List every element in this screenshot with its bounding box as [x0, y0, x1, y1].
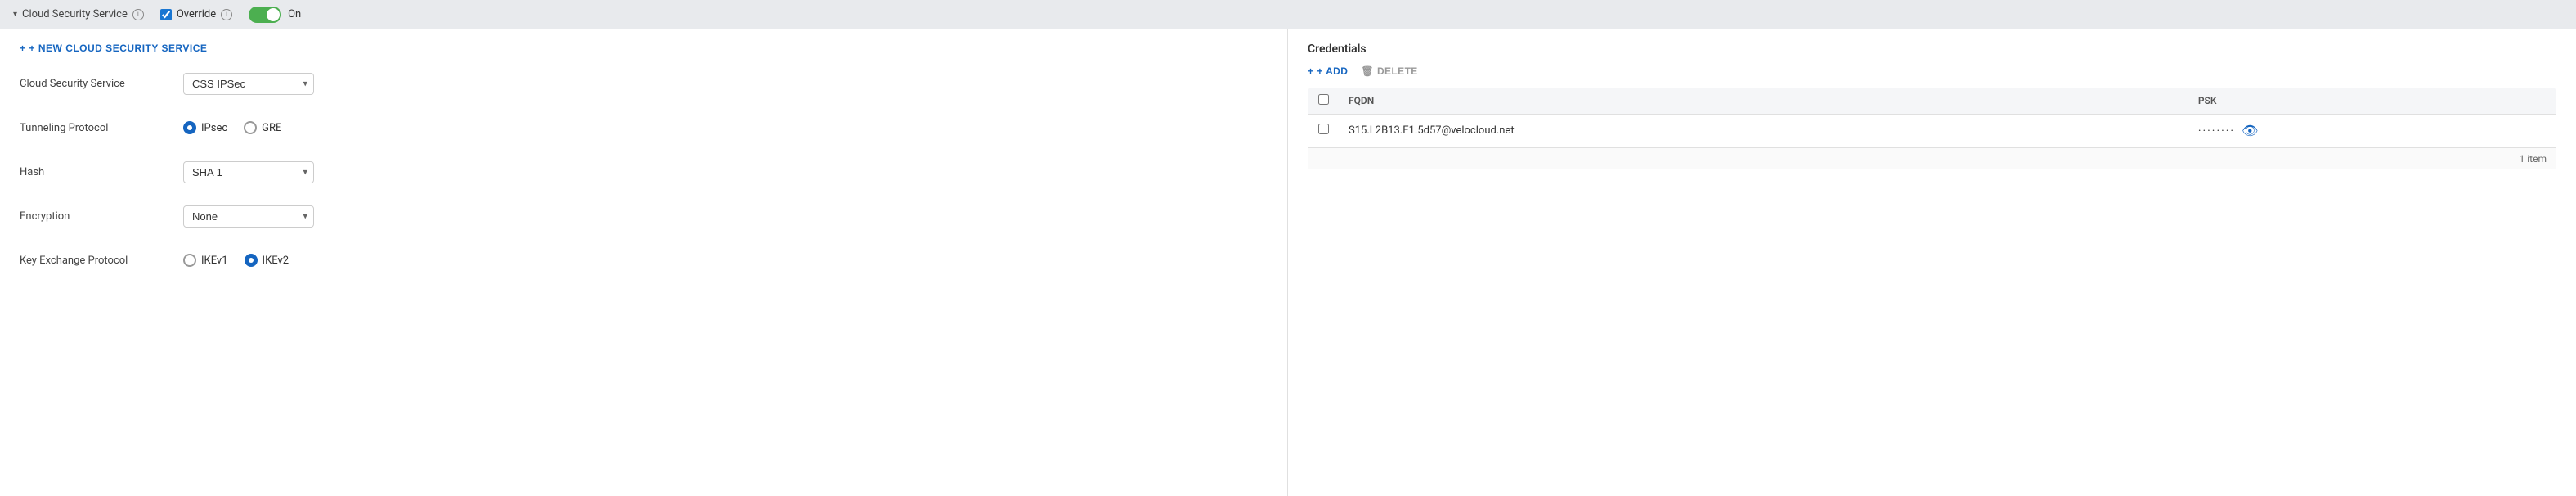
ikev1-radio-indicator [183, 254, 196, 267]
cloud-security-service-row: Cloud Security Service CSS IPSec CSS GRE [20, 70, 1268, 97]
tunneling-protocol-label: Tunneling Protocol [20, 122, 183, 134]
fqdn-column-header: FQDN [1339, 88, 2188, 115]
toggle-section: On [249, 7, 301, 23]
encryption-label: Encryption [20, 210, 183, 223]
table-body: S15.L2B13.E1.5d57@velocloud.net ········… [1308, 115, 2556, 147]
gre-radio-option[interactable]: GRE [244, 121, 281, 134]
psk-dots: ········ [2198, 124, 2235, 138]
override-checkbox[interactable] [160, 9, 172, 20]
ikev1-radio-label: IKEv1 [201, 255, 228, 267]
ikev1-radio-option[interactable]: IKEv1 [183, 254, 228, 267]
add-credential-button[interactable]: + + ADD [1308, 65, 1348, 77]
cloud-security-service-control: CSS IPSec CSS GRE [183, 73, 1268, 95]
gre-radio-indicator [244, 121, 257, 134]
top-bar-title-text: Cloud Security Service [22, 8, 128, 20]
hash-control: SHA 1 SHA 256 MD5 [183, 161, 1268, 183]
encryption-row: Encryption None AES 128 AES 256 [20, 203, 1268, 229]
cloud-security-service-label: Cloud Security Service [20, 78, 183, 90]
main-content: + + NEW CLOUD SECURITY SERVICE Cloud Sec… [0, 29, 2576, 496]
delete-label: DELETE [1377, 65, 1418, 77]
encryption-select-wrapper: None AES 128 AES 256 [183, 205, 314, 228]
credentials-title: Credentials [1308, 43, 2556, 56]
select-all-checkbox[interactable] [1318, 94, 1329, 105]
ikev2-radio-label: IKEv2 [263, 255, 289, 267]
gre-radio-label: GRE [262, 122, 281, 134]
credentials-actions: + + ADD 🗑 DELETE [1308, 65, 2556, 77]
toggle-psk-visibility-icon[interactable]: 👁 [2242, 123, 2258, 138]
row-checkbox[interactable] [1318, 124, 1329, 134]
add-label: + ADD [1317, 65, 1348, 77]
override-label: Override [177, 8, 216, 20]
hash-select[interactable]: SHA 1 SHA 256 MD5 [183, 161, 314, 183]
header-checkbox-col [1308, 88, 1340, 115]
top-bar-title-section: ▾ Cloud Security Service i [13, 8, 144, 20]
ipsec-radio-label: IPsec [201, 122, 227, 134]
hash-label: Hash [20, 166, 183, 178]
key-exchange-protocol-row: Key Exchange Protocol IKEv1 IKEv2 [20, 247, 1268, 273]
fqdn-cell: S15.L2B13.E1.5d57@velocloud.net [1339, 115, 2188, 147]
right-panel: Credentials + + ADD 🗑 DELETE FQDN [1288, 29, 2576, 496]
encryption-select[interactable]: None AES 128 AES 256 [183, 205, 314, 228]
row-checkbox-cell [1308, 115, 1340, 147]
delete-credential-button[interactable]: 🗑 DELETE [1361, 65, 1417, 77]
tunneling-protocol-row: Tunneling Protocol IPsec GRE [20, 115, 1268, 141]
collapse-icon[interactable]: ▾ [13, 10, 17, 19]
psk-value-container: ········ 👁 [2198, 123, 2546, 138]
credentials-table: FQDN PSK S15.L2B13.E1.5d57@velocloud.net [1308, 87, 2556, 147]
key-exchange-control: IKEv1 IKEv2 [183, 254, 1268, 267]
table-header: FQDN PSK [1308, 88, 2556, 115]
ipsec-radio-indicator [183, 121, 196, 134]
hash-select-wrapper: SHA 1 SHA 256 MD5 [183, 161, 314, 183]
override-info-icon[interactable]: i [221, 9, 232, 20]
psk-column-header: PSK [2188, 88, 2556, 115]
add-icon: + [1308, 65, 1313, 77]
table-row: S15.L2B13.E1.5d57@velocloud.net ········… [1308, 115, 2556, 147]
tunneling-protocol-control: IPsec GRE [183, 121, 1268, 134]
ikev2-radio-option[interactable]: IKEv2 [245, 254, 289, 267]
title-info-icon[interactable]: i [132, 9, 144, 20]
ipsec-radio-option[interactable]: IPsec [183, 121, 227, 134]
new-cloud-security-service-button[interactable]: + + NEW CLOUD SECURITY SERVICE [20, 43, 207, 54]
left-panel: + + NEW CLOUD SECURITY SERVICE Cloud Sec… [0, 29, 1288, 496]
ikev2-radio-indicator [245, 254, 258, 267]
encryption-control: None AES 128 AES 256 [183, 205, 1268, 228]
table-header-row: FQDN PSK [1308, 88, 2556, 115]
top-bar: ▾ Cloud Security Service i Override i On [0, 0, 2576, 29]
new-service-label: + NEW CLOUD SECURITY SERVICE [29, 43, 208, 54]
on-off-toggle[interactable] [249, 7, 281, 23]
override-section: Override i [160, 8, 232, 20]
new-service-plus-icon: + [20, 43, 26, 54]
psk-cell: ········ 👁 [2188, 115, 2556, 147]
css-select-wrapper: CSS IPSec CSS GRE [183, 73, 314, 95]
trash-icon: 🗑 [1361, 65, 1374, 77]
table-footer: 1 item [1308, 147, 2556, 169]
css-select[interactable]: CSS IPSec CSS GRE [183, 73, 314, 95]
key-exchange-label: Key Exchange Protocol [20, 255, 183, 267]
toggle-label: On [288, 8, 301, 20]
hash-row: Hash SHA 1 SHA 256 MD5 [20, 159, 1268, 185]
